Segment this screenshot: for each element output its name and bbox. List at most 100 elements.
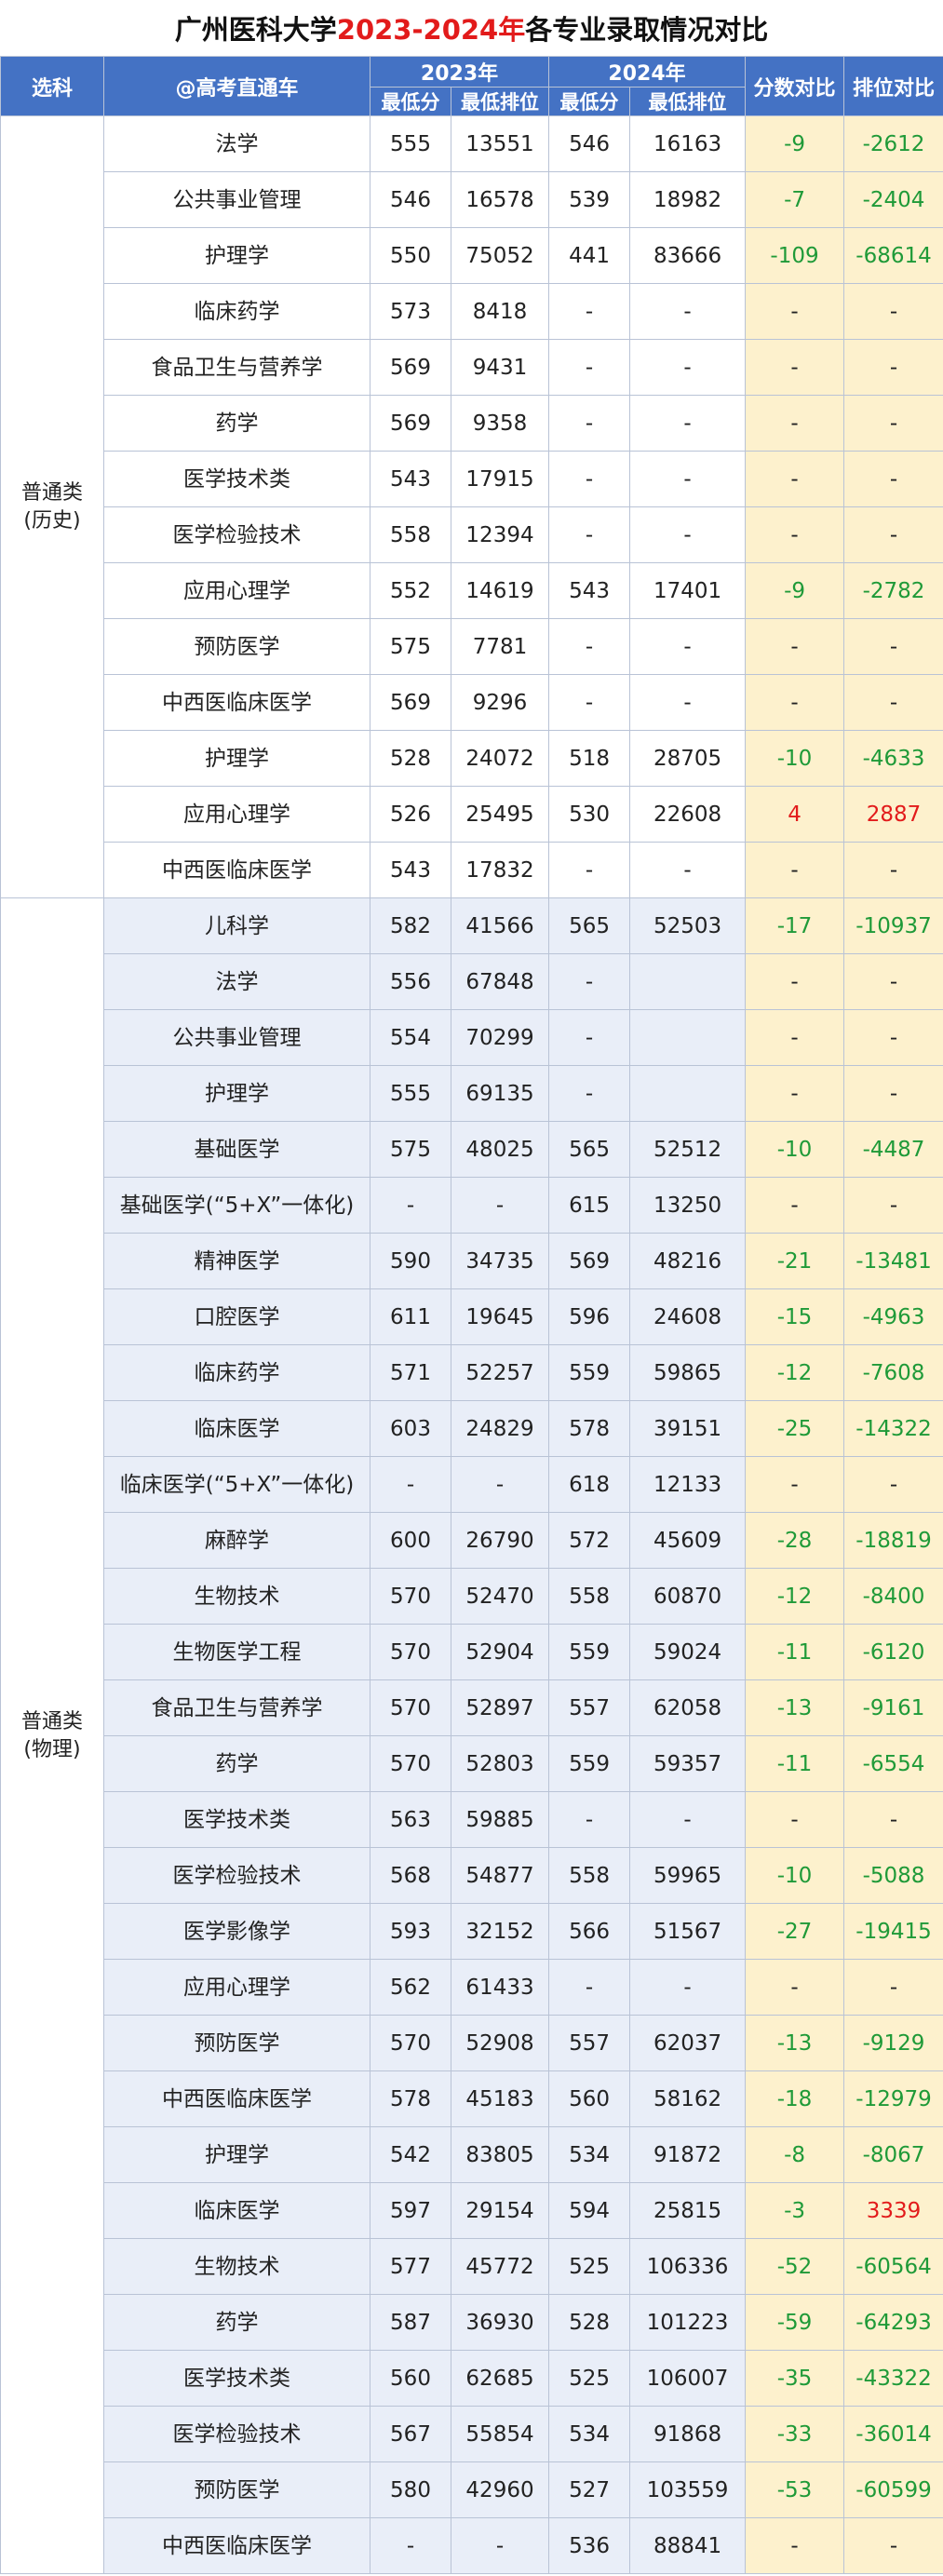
min-score-cell: 611 [370,1288,451,1345]
min-rank-cell: 7781 [450,618,550,675]
header-major: @高考直通车 [103,56,370,116]
rank-diff-cell: - [843,2517,943,2574]
table-row: 药学 587 36930 528 101223 -59 -64293 [1,2294,943,2351]
min-score-cell: 558 [548,1847,631,1904]
major-name-cell: 医学影像学 [103,1903,370,1960]
min-rank-cell: 9296 [450,674,550,731]
min-rank-cell: 52503 [629,897,747,954]
score-diff-cell: -10 [745,1847,845,1904]
min-score-cell: 559 [548,1344,631,1401]
score-diff-cell: -12 [745,1568,845,1625]
score-diff-cell: - [745,1065,845,1122]
min-score-cell: 527 [548,2461,631,2518]
table-row: 生物医学工程 570 52904 559 59024 -11 -6120 [1,1624,943,1680]
min-rank-cell: 52908 [450,2015,550,2071]
min-rank-cell: 42960 [450,2461,550,2518]
rank-diff-cell: -2404 [843,171,943,228]
major-name-cell: 医学检验技术 [103,2406,370,2462]
major-name-cell: 临床医学 [103,1400,370,1457]
min-rank-cell: 52803 [450,1735,550,1792]
header-year-2023: 2023年 [369,56,550,88]
min-rank-cell: 14619 [450,562,550,619]
table-row: 临床医学 597 29154 594 25815 -3 3339 [1,2182,943,2239]
min-rank-cell: 18982 [629,171,747,228]
table-row: 公共事业管理 554 70299- - - [1,1009,943,1066]
rank-diff-cell: - [843,1456,943,1513]
major-name-cell: 中西医临床医学 [103,842,370,898]
score-diff-cell: - [745,1177,845,1234]
min-score-cell: 552 [370,562,451,619]
major-name-cell: 护理学 [103,2126,370,2183]
min-rank-cell: 62058 [629,1679,747,1736]
min-rank-cell: 91872 [629,2126,747,2183]
major-name-cell: 口腔医学 [103,1288,370,1345]
min-rank-cell: 36930 [450,2294,550,2351]
rank-diff-cell: 2887 [843,786,943,843]
min-score-cell: - [548,1065,631,1122]
min-rank-cell: 16578 [450,171,550,228]
min-rank-cell: 62685 [450,2350,550,2407]
score-diff-cell: -12 [745,1344,845,1401]
min-rank-cell: 106007 [629,2350,747,2407]
min-rank-cell: - [629,674,747,731]
major-name-cell: 医学检验技术 [103,1847,370,1904]
category-cell: 普通类 (历史) [0,115,104,898]
rank-diff-cell: - [843,618,943,675]
min-score-cell: 569 [370,395,451,452]
major-name-cell: 护理学 [103,1065,370,1122]
min-rank-cell [629,1065,747,1122]
major-name-cell: 预防医学 [103,618,370,675]
min-score-cell: 597 [370,2182,451,2239]
min-score-cell: 577 [370,2238,451,2295]
rank-diff-cell: - [843,451,943,507]
major-name-cell: 生物技术 [103,2238,370,2295]
table-row: 基础医学(“5+X”一体化) - -615 13250- - [1,1177,943,1234]
rank-diff-cell: -18819 [843,1512,943,1569]
min-rank-cell: - [629,1959,747,2016]
score-diff-cell: - [745,1456,845,1513]
min-rank-cell: 48025 [450,1121,550,1178]
score-diff-cell: -52 [745,2238,845,2295]
min-score-cell: 555 [370,1065,451,1122]
min-score-cell: 573 [370,283,451,340]
min-score-cell: 566 [548,1903,631,1960]
major-name-cell: 中西医临床医学 [103,674,370,731]
min-score-cell: - [548,339,631,396]
score-diff-cell: - [745,842,845,898]
score-diff-cell: -11 [745,1624,845,1680]
min-score-cell: 565 [548,897,631,954]
min-score-cell: 562 [370,1959,451,2016]
major-name-cell: 基础医学(“5+X”一体化) [103,1177,370,1234]
rank-diff-cell: - [843,1177,943,1234]
major-name-cell: 医学技术类 [103,451,370,507]
major-name-cell: 基础医学 [103,1121,370,1178]
min-rank-cell: 17832 [450,842,550,898]
min-rank-cell: 51567 [629,1903,747,1960]
table-row: 临床医学 603 24829 578 39151 -25 -14322 [1,1400,943,1457]
major-name-cell: 食品卫生与营养学 [103,1679,370,1736]
min-score-cell: 560 [370,2350,451,2407]
score-diff-cell: -13 [745,2015,845,2071]
min-rank-cell: 45772 [450,2238,550,2295]
min-score-cell: 542 [370,2126,451,2183]
major-name-cell: 药学 [103,1735,370,1792]
score-diff-cell: -11 [745,1735,845,1792]
major-name-cell: 应用心理学 [103,786,370,843]
min-rank-cell: 59965 [629,1847,747,1904]
min-rank-cell: 32152 [450,1903,550,1960]
major-name-cell: 生物医学工程 [103,1624,370,1680]
score-diff-cell: - [745,1959,845,2016]
major-name-cell: 护理学 [103,730,370,787]
header-category: 选科 [0,56,104,116]
rank-diff-cell: -68614 [843,227,943,284]
rank-diff-cell: -4963 [843,1288,943,1345]
min-score-cell: 570 [370,1568,451,1625]
min-score-cell: 557 [548,2015,631,2071]
min-rank-cell: 28705 [629,730,747,787]
table-row: 预防医学 570 52908 557 62037 -13 -9129 [1,2015,943,2071]
min-score-cell: 554 [370,1009,451,1066]
min-rank-cell: - [629,506,747,563]
min-rank-cell: 9431 [450,339,550,396]
table-row: 中西医临床医学 578 45183 560 58162 -18 -12979 [1,2070,943,2127]
min-rank-cell: 70299 [450,1009,550,1066]
